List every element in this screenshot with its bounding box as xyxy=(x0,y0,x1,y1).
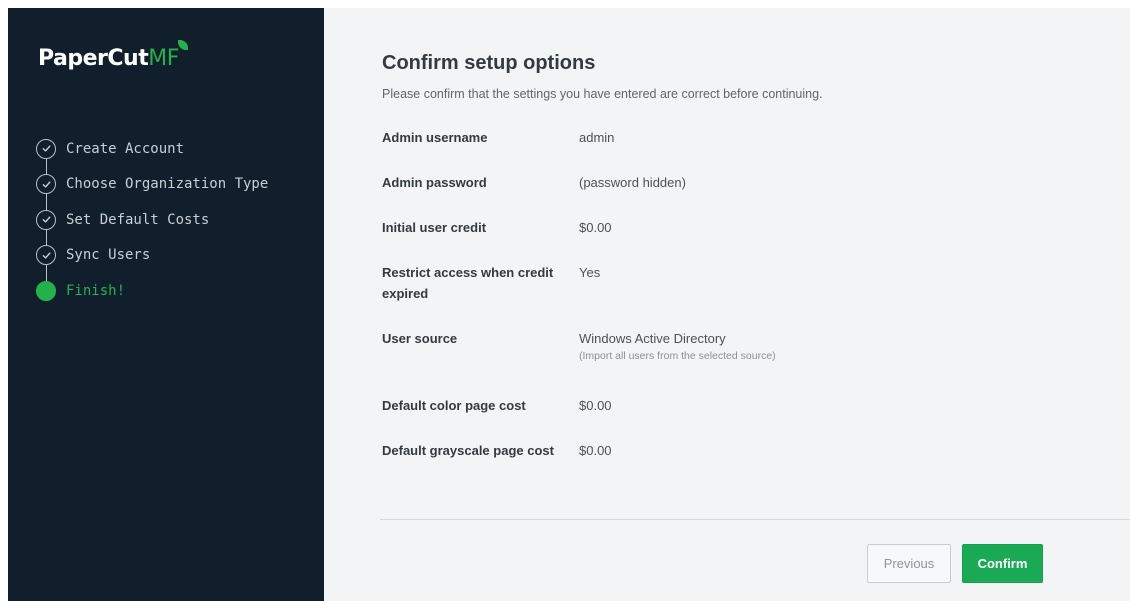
setting-key: Restrict access when credit expired xyxy=(382,265,554,301)
page-title: Confirm setup options xyxy=(382,52,596,74)
logo-text: PaperCut xyxy=(38,46,149,71)
step-connector xyxy=(45,158,47,175)
setting-value: $0.00 xyxy=(579,220,612,235)
sidebar: PaperCutMF Create Account Choose Organiz… xyxy=(8,8,324,601)
page-subtitle: Please confirm that the settings you hav… xyxy=(382,87,823,101)
setting-key: Admin password xyxy=(382,175,487,190)
step-set-default-costs: Set Default Costs xyxy=(36,202,268,246)
setting-value: $0.00 xyxy=(579,398,612,413)
setting-key: User source xyxy=(382,331,458,346)
step-connector xyxy=(45,193,47,211)
step-label: Choose Organization Type xyxy=(66,176,269,193)
footer-divider xyxy=(380,519,1130,520)
check-circle-icon xyxy=(36,138,56,159)
step-label: Create Account xyxy=(66,140,185,157)
setting-key: Default grayscale page cost xyxy=(382,443,554,458)
step-connector xyxy=(45,264,47,282)
step-label: Set Default Costs xyxy=(66,211,210,228)
setting-value: Yes xyxy=(579,265,601,280)
step-label: Finish! xyxy=(66,282,126,299)
setting-value: Windows Active Directory xyxy=(579,331,726,346)
previous-button[interactable]: Previous xyxy=(867,544,951,583)
confirm-button[interactable]: Confirm xyxy=(962,544,1043,583)
check-circle-icon xyxy=(36,245,56,266)
leaf-icon xyxy=(177,40,188,50)
setting-value: admin xyxy=(579,130,615,145)
active-step-dot-icon xyxy=(36,280,56,301)
step-choose-organization-type: Choose Organization Type xyxy=(36,167,269,211)
step-sync-users: Sync Users xyxy=(36,238,268,282)
setting-note: (Import all users from the selected sour… xyxy=(579,350,776,362)
setting-key: Default color page cost xyxy=(382,398,526,413)
main-panel: Confirm setup options Please confirm tha… xyxy=(324,8,1130,601)
logo-suffix: MF xyxy=(148,46,179,71)
step-connector xyxy=(45,229,47,246)
check-circle-icon xyxy=(36,174,56,195)
step-finish: Finish! xyxy=(36,273,268,309)
setup-steps: Create Account Choose Organization Type … xyxy=(36,131,268,309)
check-circle-icon xyxy=(36,209,56,230)
papercut-logo: PaperCutMF xyxy=(38,40,188,71)
setting-key: Initial user credit xyxy=(382,220,487,235)
step-label: Sync Users xyxy=(66,247,151,264)
step-create-account: Create Account xyxy=(36,131,268,175)
setting-value: (password hidden) xyxy=(579,175,686,190)
setting-key: Admin username xyxy=(382,130,488,145)
setting-value: $0.00 xyxy=(579,443,612,458)
